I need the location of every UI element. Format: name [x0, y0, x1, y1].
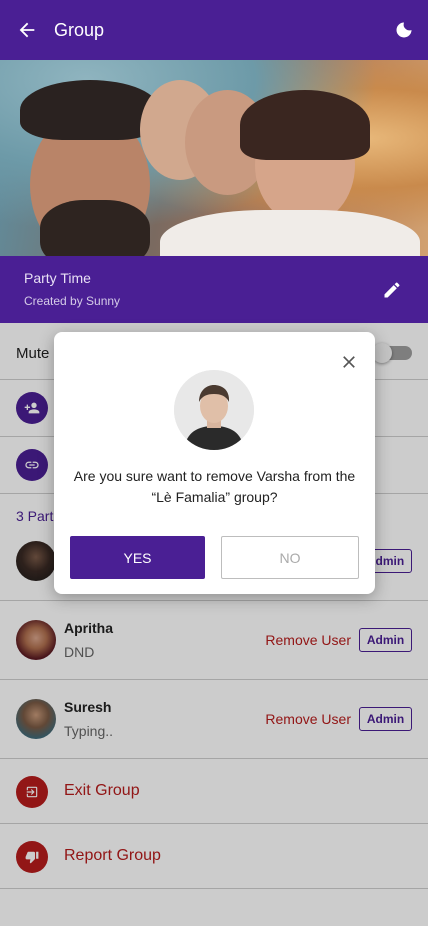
edit-pencil-icon[interactable] — [382, 280, 402, 300]
dark-mode-moon-icon[interactable] — [394, 20, 414, 40]
no-button[interactable]: NO — [221, 536, 359, 579]
back-arrow-icon[interactable] — [16, 19, 38, 41]
group-info-bar: Party Time Created by Sunny — [0, 256, 428, 323]
group-created-by: Created by Sunny — [24, 294, 121, 308]
yes-button[interactable]: YES — [70, 536, 205, 579]
page-title: Group — [54, 19, 105, 40]
remove-user-dialog: Are you sure want to remove Varsha from … — [54, 332, 375, 594]
app-bar: Group — [0, 0, 428, 60]
dialog-message: Are you sure want to remove Varsha from … — [73, 468, 356, 505]
group-photo — [0, 60, 428, 256]
close-icon[interactable] — [339, 352, 359, 372]
group-name: Party Time — [24, 270, 91, 286]
user-avatar — [174, 370, 254, 450]
